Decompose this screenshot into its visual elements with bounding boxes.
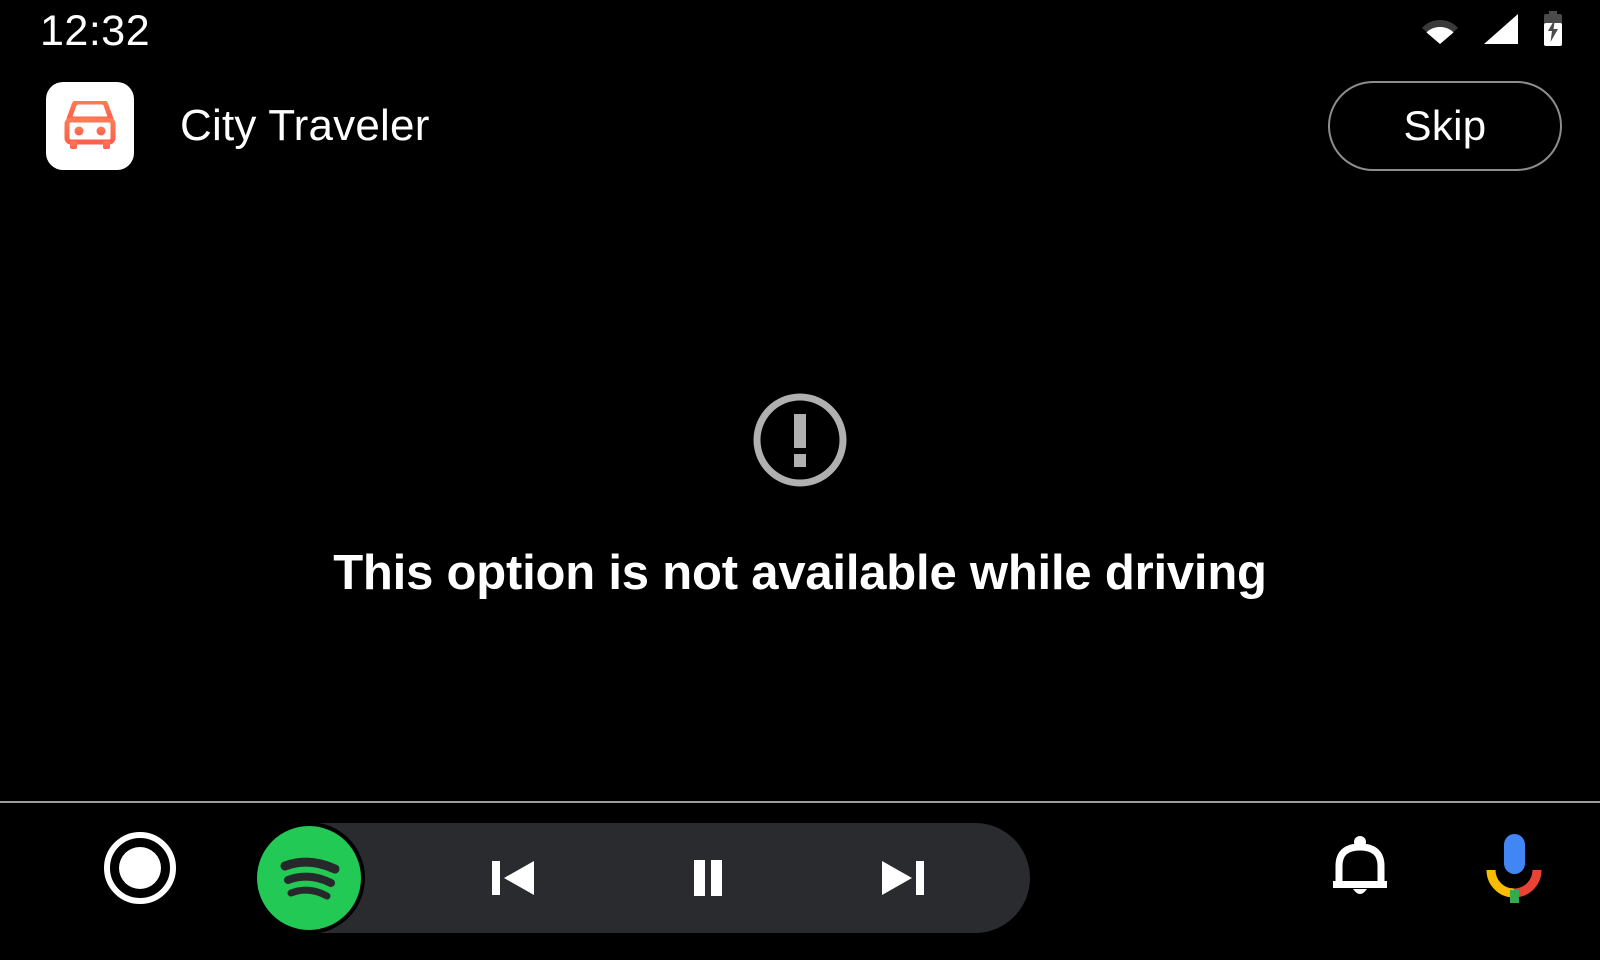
- assistant-mic-icon: [1486, 834, 1542, 903]
- error-exclamation-circle-icon: [750, 390, 850, 495]
- notifications-button[interactable]: [1322, 828, 1398, 908]
- app-icon: [46, 82, 134, 170]
- pause-button[interactable]: [658, 828, 758, 928]
- spotify-icon: [265, 834, 353, 922]
- status-bar: 12:32: [0, 0, 1600, 62]
- spotify-app-button[interactable]: [257, 826, 361, 930]
- skip-previous-button[interactable]: [463, 828, 563, 928]
- bell-icon: [1333, 836, 1387, 894]
- status-icons-group: [1420, 10, 1564, 52]
- app-header: City Traveler Skip: [0, 62, 1600, 190]
- cell-signal-icon: [1482, 13, 1520, 50]
- wifi-icon: [1420, 14, 1460, 49]
- battery-charging-icon: [1542, 10, 1564, 52]
- status-clock: 12:32: [40, 6, 151, 55]
- skip-button[interactable]: Skip: [1328, 81, 1562, 171]
- nav-right-group: [1322, 828, 1552, 908]
- app-title: City Traveler: [180, 101, 430, 150]
- main-content: This option is not available while drivi…: [0, 190, 1600, 801]
- skip-next-button[interactable]: [853, 828, 953, 928]
- bottom-nav-bar: [0, 803, 1600, 960]
- car-front-icon: [64, 101, 116, 149]
- media-control-pill: [255, 823, 1030, 933]
- home-button[interactable]: [100, 828, 180, 908]
- google-assistant-button[interactable]: [1476, 828, 1552, 908]
- media-transport-controls: [415, 823, 1030, 933]
- home-circle-icon: [104, 832, 176, 904]
- driving-restriction-message: This option is not available while drivi…: [333, 546, 1267, 600]
